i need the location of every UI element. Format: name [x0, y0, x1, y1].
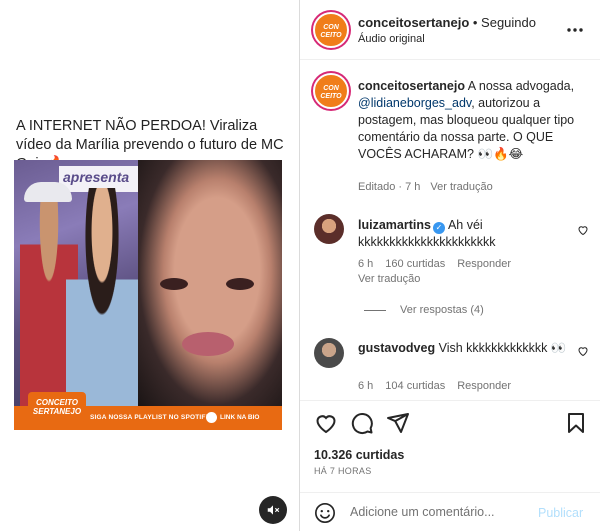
- audio-muted-button[interactable]: [259, 496, 287, 524]
- caption-translate-link[interactable]: Ver tradução: [430, 181, 492, 193]
- more-options-button[interactable]: [566, 20, 584, 38]
- post-time-ago: HÁ 7 HORAS: [314, 466, 372, 476]
- comment-item: luizamartins ✓ Ah véi kkkkkkkkkkkkkkkkkkkk…: [358, 217, 568, 251]
- comment-text: Vish kkkkkkkkkkkkk 👀: [438, 341, 567, 355]
- comment-translate-link[interactable]: Ver tradução: [358, 273, 420, 285]
- likes-count[interactable]: 10.326 curtidas: [314, 448, 404, 462]
- heart-icon[interactable]: [314, 411, 338, 435]
- lips: [182, 332, 234, 356]
- view-replies-button[interactable]: Ver respostas (4): [364, 304, 484, 316]
- person-woman: [66, 188, 138, 406]
- replies-line: [364, 309, 386, 311]
- speaker-muted-icon: [267, 505, 280, 515]
- post-caption: conceitosertanejo A nossa advogada, @lid…: [358, 78, 580, 163]
- cap: [24, 182, 72, 202]
- photo-left-panel: apresenta: [14, 160, 139, 406]
- audio-link[interactable]: Áudio original: [358, 33, 425, 45]
- comment-like-heart-icon[interactable]: [577, 224, 589, 236]
- comment-item: gustavodveg Vish kkkkkkkkkkkkk 👀: [358, 340, 568, 357]
- follow-status-button[interactable]: Seguindo: [481, 15, 536, 30]
- comment-meta: 6 h 160 curtidas Responder: [358, 258, 523, 270]
- post-media[interactable]: A INTERNET NÃO PERDOA! Viraliza vídeo da…: [0, 0, 299, 531]
- comment-avatar[interactable]: [314, 214, 344, 244]
- comment-reply-button[interactable]: Responder: [457, 380, 511, 392]
- caption-edited-time: Editado · 7 h: [358, 181, 421, 193]
- avatar[interactable]: CON CEITO: [313, 12, 349, 48]
- spotify-icon: [206, 412, 217, 423]
- view-replies-label: Ver respostas (4): [400, 304, 484, 316]
- comment-avatar[interactable]: [314, 338, 344, 368]
- eye: [160, 278, 188, 290]
- caption-text-start: A nossa advogada,: [464, 79, 575, 93]
- comment-meta: 6 h 104 curtidas Responder: [358, 380, 523, 392]
- bookmark-icon[interactable]: [564, 411, 588, 435]
- separator-dot: •: [469, 15, 482, 30]
- comment-likes-link[interactable]: 104 curtidas: [385, 380, 445, 392]
- comment-like-heart-icon[interactable]: [577, 345, 589, 357]
- emoji-icon[interactable]: [314, 502, 336, 524]
- footer-logo: CONCEITO SERTANEJO: [28, 392, 86, 422]
- comment-reply-button[interactable]: Responder: [457, 258, 511, 270]
- comment-username[interactable]: luizamartins: [358, 218, 431, 232]
- caption-mention-link[interactable]: @lidianeborges_adv: [358, 96, 471, 110]
- post-header: CON CEITO conceitosertanejo • Seguindo Á…: [300, 0, 600, 60]
- post-image: apresenta CONCEITO SERTANEJO SIGA NOSSA …: [14, 160, 282, 430]
- comment-time: 6 h: [358, 380, 374, 392]
- footer-playlist-text: SIGA NOSSA PLAYLIST NO SPOTIFY: [90, 414, 211, 421]
- header-user-line: conceitosertanejo • Seguindo: [358, 15, 536, 30]
- comment-icon[interactable]: [350, 411, 374, 435]
- caption-avatar[interactable]: CON CEITO: [313, 73, 349, 109]
- verified-badge-icon: ✓: [432, 222, 445, 234]
- comment-time: 6 h: [358, 258, 374, 270]
- comment-username[interactable]: gustavodveg: [358, 341, 435, 355]
- header-username[interactable]: conceitosertanejo: [358, 15, 469, 30]
- ellipsis-icon: [567, 28, 583, 32]
- caption-username[interactable]: conceitosertanejo: [358, 79, 465, 93]
- caption-meta: Editado · 7 h Ver tradução: [358, 181, 493, 193]
- footer-link-text: LINK NA BIO: [220, 414, 260, 421]
- comment-composer: Publicar: [300, 492, 600, 531]
- photo-right-panel: [138, 160, 282, 406]
- share-icon[interactable]: [386, 411, 410, 435]
- comment-input[interactable]: [350, 505, 520, 519]
- eye: [226, 278, 254, 290]
- comment-likes-link[interactable]: 160 curtidas: [385, 258, 445, 270]
- post-details-panel: CON CEITO conceitosertanejo • Seguindo Á…: [300, 0, 600, 531]
- publish-button[interactable]: Publicar: [538, 506, 583, 520]
- post-actions: 10.326 curtidas HÁ 7 HORAS: [300, 400, 600, 495]
